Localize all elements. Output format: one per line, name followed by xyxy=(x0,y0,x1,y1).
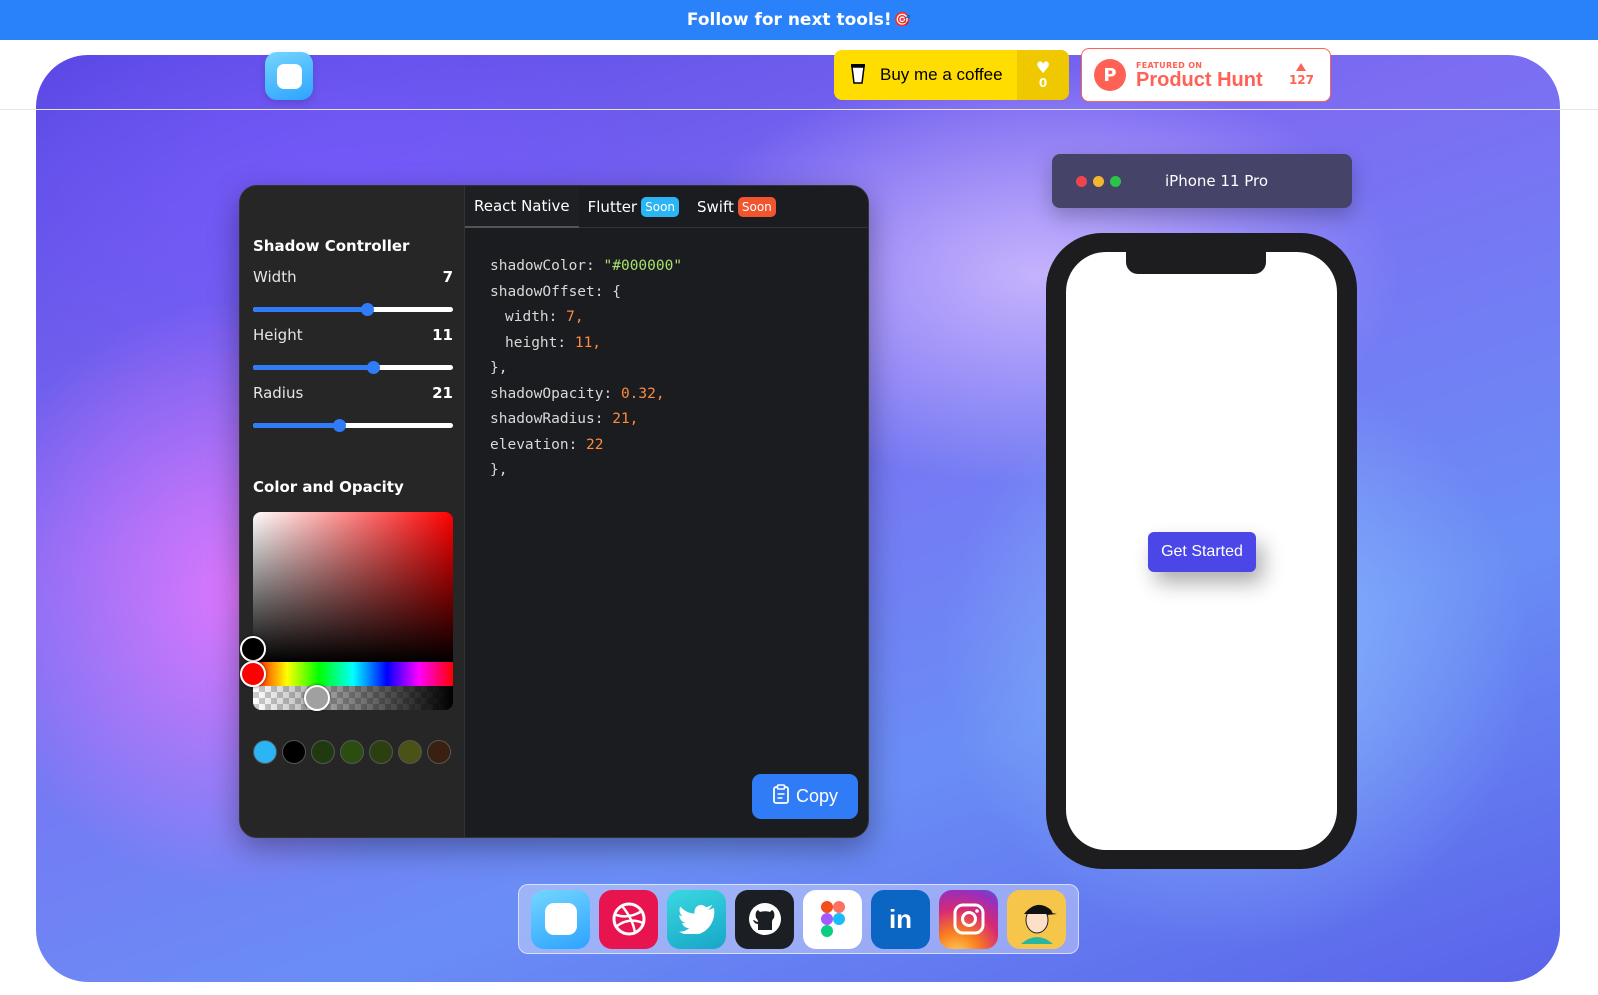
saturation-knob[interactable] xyxy=(240,636,266,662)
tab-flutter[interactable]: Flutter Soon xyxy=(579,186,688,228)
radius-slider[interactable] xyxy=(253,419,453,432)
controls-panel: Shadow Controller Width 7 Height 11 Radi… xyxy=(240,186,465,837)
copy-label: Copy xyxy=(795,786,839,806)
opacity-slider[interactable] xyxy=(253,686,453,710)
tab-react-native[interactable]: React Native xyxy=(465,186,579,228)
color-opacity-title: Color and Opacity xyxy=(253,478,404,496)
dribbble-icon[interactable] xyxy=(599,889,658,949)
width-slider[interactable] xyxy=(253,303,453,316)
height-control: Height 11 xyxy=(253,326,453,344)
code-line: shadowOffset: { xyxy=(490,283,621,300)
maximize-dot-icon xyxy=(1110,175,1121,187)
color-swatch[interactable] xyxy=(282,740,306,764)
tab-label: Swift xyxy=(697,197,734,216)
coffee-cup-icon xyxy=(850,62,870,89)
language-tabs: React Native Flutter Soon Swift Soon xyxy=(465,186,868,228)
code-line: height: 11, xyxy=(505,334,602,351)
github-icon[interactable] xyxy=(735,889,794,949)
target-icon: 🎯 xyxy=(893,12,912,28)
social-dock: in xyxy=(518,884,1079,954)
color-swatch[interactable] xyxy=(427,740,451,764)
device-selector[interactable]: iPhone 11 Pro xyxy=(1052,154,1352,208)
clipboard-icon xyxy=(772,784,790,809)
width-value: 7 xyxy=(442,268,453,286)
banner-text[interactable]: Follow for next tools! xyxy=(687,10,892,30)
minimize-dot-icon xyxy=(1093,175,1104,187)
color-swatch[interactable] xyxy=(253,740,277,764)
tab-label: React Native xyxy=(474,196,570,215)
tab-swift[interactable]: Swift Soon xyxy=(688,186,785,228)
code-line: shadowRadius: 21, xyxy=(490,411,639,427)
width-control: Width 7 xyxy=(253,268,453,286)
phone-preview: Get Started xyxy=(1046,233,1357,869)
color-swatch[interactable] xyxy=(398,740,422,764)
height-label: Height xyxy=(253,326,303,344)
code-line: elevation: 22 xyxy=(490,436,604,453)
slider-thumb[interactable] xyxy=(361,303,374,316)
device-name: iPhone 11 Pro xyxy=(1165,172,1269,190)
app-logo-icon[interactable] xyxy=(265,52,313,100)
twitter-icon[interactable] xyxy=(667,889,726,949)
soon-badge: Soon xyxy=(737,196,776,217)
figma-icon[interactable] xyxy=(803,889,862,949)
code-line: shadowOpacity: 0.32, xyxy=(490,385,665,402)
ph-name: Product Hunt xyxy=(1136,68,1263,91)
height-value: 11 xyxy=(432,326,453,344)
upvote-icon xyxy=(1296,63,1307,71)
copy-button[interactable]: Copy xyxy=(752,774,858,819)
slider-thumb[interactable] xyxy=(333,419,346,432)
coffee-label: Buy me a coffee xyxy=(880,65,1003,84)
code-line: shadowColor: "#000000" xyxy=(490,258,683,274)
hue-knob[interactable] xyxy=(240,661,266,687)
tab-label: Flutter xyxy=(587,197,638,216)
avatar-icon[interactable] xyxy=(1007,889,1066,949)
coffee-count[interactable]: ♥ 0 xyxy=(1017,50,1069,100)
radius-value: 21 xyxy=(432,384,453,402)
buy-me-a-coffee-button[interactable]: Buy me a coffee ♥ 0 xyxy=(834,50,1069,100)
instagram-icon[interactable] xyxy=(939,889,998,949)
coffee-count-value: 0 xyxy=(1038,76,1048,90)
width-label: Width xyxy=(253,268,297,286)
radius-label: Radius xyxy=(253,384,304,402)
ph-votes-value: 127 xyxy=(1288,73,1314,87)
close-dot-icon xyxy=(1076,175,1087,187)
radius-control: Radius 21 xyxy=(253,384,453,402)
heart-icon: ♥ xyxy=(1035,58,1051,77)
phone-screen: Get Started xyxy=(1066,252,1337,850)
color-picker[interactable] xyxy=(240,512,453,712)
code-line: width: 7, xyxy=(505,309,584,325)
product-hunt-icon: P xyxy=(1094,59,1126,91)
height-slider[interactable] xyxy=(253,361,453,374)
header xyxy=(0,40,1598,110)
color-swatch[interactable] xyxy=(311,740,335,764)
slider-thumb[interactable] xyxy=(367,361,380,374)
soon-badge: Soon xyxy=(641,196,680,217)
color-swatch[interactable] xyxy=(369,740,393,764)
linkedin-icon[interactable]: in xyxy=(871,889,930,949)
color-swatches xyxy=(253,740,451,764)
saturation-area[interactable] xyxy=(253,512,453,662)
get-started-button[interactable]: Get Started xyxy=(1148,532,1256,572)
top-banner[interactable]: Follow for next tools! 🎯 xyxy=(0,0,1598,40)
phone-notch xyxy=(1126,252,1266,274)
app-logo-icon[interactable] xyxy=(531,889,590,949)
code-line: }, xyxy=(490,462,508,478)
color-swatch[interactable] xyxy=(340,740,364,764)
code-line: }, xyxy=(490,360,508,376)
shadow-editor: Shadow Controller Width 7 Height 11 Radi… xyxy=(239,185,869,838)
code-output: shadowColor: "#000000" shadowOffset: { w… xyxy=(490,254,682,484)
product-hunt-badge[interactable]: P FEATURED ON Product Hunt 127 xyxy=(1081,48,1331,102)
shadow-controller-title: Shadow Controller xyxy=(253,237,410,255)
ph-votes: 127 xyxy=(1289,63,1314,87)
hue-slider[interactable] xyxy=(253,662,453,686)
opacity-knob[interactable] xyxy=(304,685,330,711)
